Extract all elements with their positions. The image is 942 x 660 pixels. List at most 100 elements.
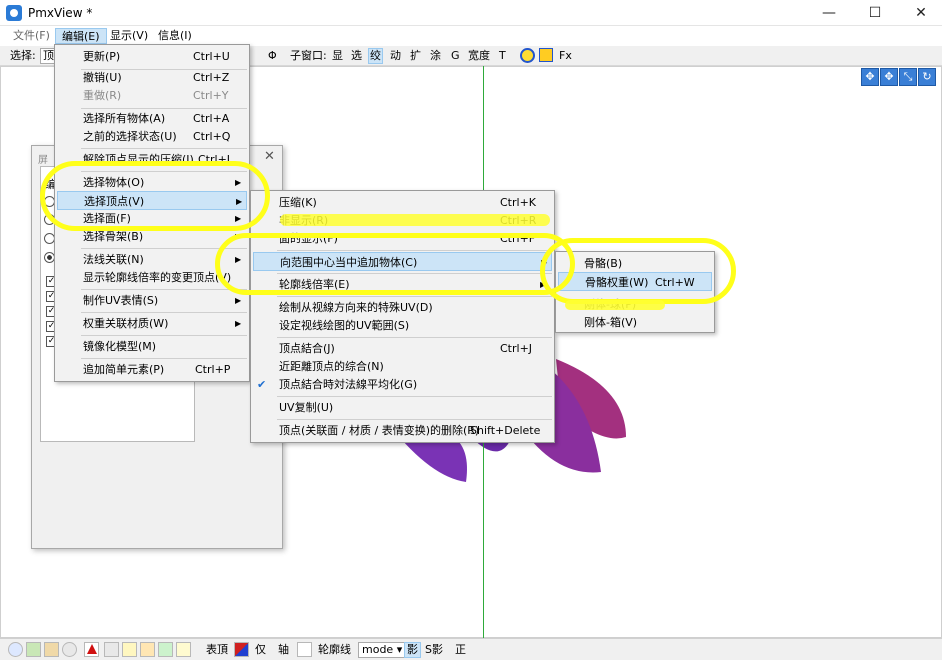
menu-item-update[interactable]: 更新(P) Ctrl+U bbox=[57, 47, 247, 66]
menu-item-select-face[interactable]: 选择面(F) ▶ bbox=[57, 209, 247, 228]
toolbar-g-button[interactable]: G bbox=[451, 49, 460, 63]
menu-separator bbox=[81, 148, 247, 149]
menu-item-outline-ratio[interactable]: 轮廓线倍率(E) ▶ bbox=[253, 275, 552, 294]
pmx-icon[interactable] bbox=[104, 642, 119, 657]
menu-item-select-vertex[interactable]: 选择顶点(V) ▶ bbox=[57, 191, 247, 210]
app-icon bbox=[6, 5, 22, 21]
minimize-button[interactable]: — bbox=[806, 0, 852, 26]
menu-item-face-display[interactable]: 面的显示(F) Ctrl+F bbox=[253, 229, 552, 248]
menu-item-delete-vertices[interactable]: 顶点(关联面 / 材质 / 表情变换)的删除(R) Shift+Delete bbox=[253, 421, 552, 440]
orange-icon[interactable] bbox=[140, 642, 155, 657]
menu-bar: 文件(F) 编辑(E) 显示(V) 信息(I) bbox=[0, 26, 942, 46]
menu-separator bbox=[277, 396, 552, 397]
menu-separator bbox=[81, 312, 247, 313]
shadow-toggle[interactable]: 影 bbox=[404, 642, 421, 658]
toolbar-twist-button[interactable]: 绞 bbox=[368, 48, 383, 64]
toolbar-paint-button[interactable]: 涂 bbox=[430, 49, 441, 63]
toolbar-t-button[interactable]: T bbox=[499, 49, 506, 63]
face-top-toggle[interactable]: 表頂 bbox=[206, 643, 228, 657]
menu-separator bbox=[81, 335, 247, 336]
color-swatch-icon[interactable] bbox=[234, 642, 249, 657]
toolbar-show-button[interactable]: 显 bbox=[332, 49, 343, 63]
light-icon[interactable] bbox=[176, 642, 191, 657]
mode-dropdown[interactable]: mode ▾ bbox=[358, 642, 407, 658]
checkmark-icon: ✔ bbox=[257, 378, 267, 391]
subwindow-label: 子窗口: bbox=[290, 49, 327, 62]
menu-edit[interactable]: 编辑(E) bbox=[55, 28, 107, 44]
window-title: PmxView * bbox=[28, 6, 93, 20]
menu-display[interactable]: 显示(V) bbox=[104, 28, 154, 44]
menu-item-uncompress-vertices[interactable]: 解除顶点显示的压缩(J) Ctrl+I bbox=[57, 150, 247, 169]
menu-item-previous-selection[interactable]: 之前的选择状态(U) Ctrl+Q bbox=[57, 127, 247, 146]
zoom-view-icon[interactable]: ⤡ bbox=[899, 68, 917, 86]
menu-item-set-uv-range[interactable]: 设定视线绘图的UV範囲(S) bbox=[253, 316, 552, 335]
menu-item-redo[interactable]: 重做(R) Ctrl+Y bbox=[57, 86, 247, 105]
select-mode-icon[interactable] bbox=[8, 642, 23, 657]
red-triangle-icon[interactable] bbox=[84, 642, 99, 657]
menu-info[interactable]: 信息(I) bbox=[152, 28, 198, 44]
menu-item-vertex-join[interactable]: 顶点結合(J) Ctrl+J bbox=[253, 339, 552, 358]
toolbar-width-button[interactable]: 宽度 bbox=[468, 49, 490, 63]
menu-item-select-object[interactable]: 选择物体(O) ▶ bbox=[57, 173, 247, 192]
menu-item-normal-relation[interactable]: 法线关联(N) ▶ bbox=[57, 250, 247, 269]
menu-item-bone-weight[interactable]: 骨骼权重(W) Ctrl+W bbox=[558, 272, 712, 291]
menu-item-normal-average-on-join[interactable]: ✔ 顶点結合時対法線平均化(G) bbox=[253, 375, 552, 394]
dialog-close-button[interactable]: ✕ bbox=[264, 149, 275, 164]
menu-item-select-all[interactable]: 选择所有物体(A) Ctrl+A bbox=[57, 109, 247, 128]
green-icon[interactable] bbox=[158, 642, 173, 657]
menu-item-merge-near-vertices[interactable]: 近距離顶点的综合(N) bbox=[253, 357, 552, 376]
menu-separator bbox=[81, 171, 247, 172]
edit-menu: 更新(P) Ctrl+U 撤销(U) Ctrl+Z 重做(R) Ctrl+Y 选择所有… bbox=[54, 44, 250, 382]
menu-item-hide[interactable]: 非显示(R) Ctrl+R bbox=[253, 211, 552, 230]
self-shadow-toggle[interactable]: S影 bbox=[425, 643, 443, 657]
menu-separator bbox=[277, 250, 552, 251]
vertex-number-icon[interactable] bbox=[297, 642, 312, 657]
fx-button[interactable]: Fx bbox=[559, 49, 572, 63]
move-view-icon[interactable]: ✥ bbox=[861, 68, 879, 86]
menu-item-rigid-sphere[interactable]: 刚体-球(P) bbox=[558, 295, 712, 314]
menu-separator bbox=[277, 419, 552, 420]
title-bar: PmxView * — ☐ ✕ bbox=[0, 0, 942, 26]
status-bar: 表頂 仅 轴 轮廓线 mode ▾ 影 S影 正 bbox=[0, 638, 942, 660]
close-button[interactable]: ✕ bbox=[898, 0, 942, 26]
menu-item-create-uv-morph[interactable]: 制作UV表情(S) ▶ bbox=[57, 291, 247, 310]
toolbar-expand-button[interactable]: 扩 bbox=[410, 49, 421, 63]
toolbar-move-button[interactable]: 动 bbox=[390, 49, 401, 63]
grid-icon[interactable] bbox=[539, 48, 553, 62]
menu-separator bbox=[277, 337, 552, 338]
outline-toggle[interactable]: 轮廓线 bbox=[318, 643, 351, 657]
only-toggle[interactable]: 仅 bbox=[255, 643, 266, 657]
toolbar-select-button[interactable]: 选 bbox=[351, 49, 362, 63]
menu-item-mirror-model[interactable]: 镜像化模型(M) bbox=[57, 337, 247, 356]
phi-button[interactable]: Φ bbox=[268, 49, 277, 63]
rotate-view-icon[interactable]: ↻ bbox=[918, 68, 936, 86]
bone-mode-icon[interactable] bbox=[62, 642, 77, 657]
view-nav-buttons: ✥ ✥ ⤡ ↻ bbox=[860, 68, 936, 86]
menu-separator bbox=[81, 248, 247, 249]
menu-file[interactable]: 文件(F) bbox=[7, 28, 56, 44]
vertex-mode-icon[interactable] bbox=[26, 642, 41, 657]
pan-view-icon[interactable]: ✥ bbox=[880, 68, 898, 86]
face-mode-icon[interactable] bbox=[44, 642, 59, 657]
menu-item-draw-special-uv[interactable]: 绘制从视線方向来的特殊UV(D) bbox=[253, 298, 552, 317]
menu-item-outline-ratio-vertices[interactable]: 显示轮廓线倍率的变更顶点(V) bbox=[57, 268, 247, 287]
select-vertex-submenu: 压缩(K) Ctrl+K 非显示(R) Ctrl+R 面的显示(F) Ctrl+F 向… bbox=[250, 190, 555, 443]
menu-item-undo[interactable]: 撤销(U) Ctrl+Z bbox=[57, 68, 247, 87]
maximize-button[interactable]: ☐ bbox=[852, 0, 898, 26]
menu-item-compress[interactable]: 压缩(K) Ctrl+K bbox=[253, 193, 552, 212]
target-icon[interactable] bbox=[520, 48, 535, 63]
menu-separator bbox=[277, 273, 552, 274]
menu-item-add-simple-element[interactable]: 追加简单元素(P) Ctrl+P bbox=[57, 360, 247, 379]
menu-separator bbox=[81, 358, 247, 359]
menu-item-uv-copy[interactable]: UV复制(U) bbox=[253, 398, 552, 417]
menu-item-add-object-at-center[interactable]: 向范围中心当中追加物体(C) ▶ bbox=[253, 252, 552, 271]
menu-item-weight-material[interactable]: 权重关联材质(W) ▶ bbox=[57, 314, 247, 333]
menu-separator bbox=[277, 296, 552, 297]
menu-item-rigid-box[interactable]: 刚体-箱(V) bbox=[558, 313, 712, 332]
add-object-submenu: 骨骼(B) 骨骼权重(W) Ctrl+W 刚体-球(P) 刚体-箱(V) bbox=[555, 251, 715, 333]
yellow-icon[interactable] bbox=[122, 642, 137, 657]
axis-toggle[interactable]: 轴 bbox=[278, 643, 289, 657]
menu-item-select-bone[interactable]: 选择骨架(B) ▶ bbox=[57, 227, 247, 246]
menu-item-bone[interactable]: 骨骼(B) bbox=[558, 254, 712, 273]
ortho-toggle[interactable]: 正 bbox=[455, 643, 466, 657]
